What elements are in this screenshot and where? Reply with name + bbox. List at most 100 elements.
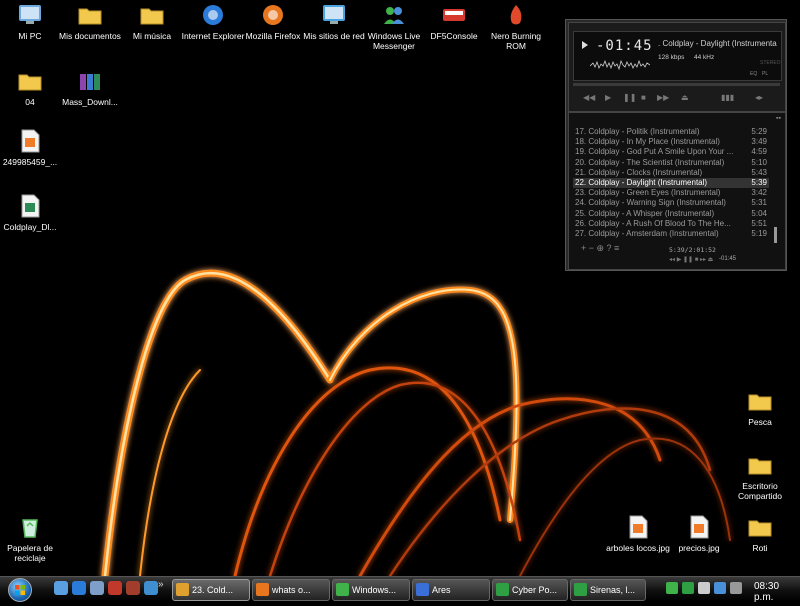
network-tray-icon[interactable] bbox=[698, 582, 710, 594]
taskbar-button-label: Windows... bbox=[352, 585, 397, 595]
start-button[interactable] bbox=[8, 578, 32, 602]
stereo-indicator: STEREO bbox=[760, 60, 781, 66]
recycle-bin-icon bbox=[0, 514, 66, 540]
balance-slider-icon[interactable]: ◂▸ bbox=[755, 93, 763, 102]
winamp-playlist[interactable]: ▪▪ 17. Coldplay - Politik (Instrumental)… bbox=[568, 112, 786, 270]
taskbar-button-label: 23. Cold... bbox=[192, 585, 234, 595]
taskbar-button[interactable]: Sirenas, l... bbox=[570, 579, 646, 601]
desktop-icon-label: Roti bbox=[752, 543, 768, 553]
desktop-icon[interactable]: Papelera de reciclaje bbox=[0, 514, 66, 563]
playlist-item[interactable]: 26. Coldplay - A Rush Of Blood To The He… bbox=[573, 219, 769, 229]
playlist-item[interactable]: 21. Coldplay - Clocks (Instrumental) 5:43 bbox=[573, 168, 769, 178]
playlist-item[interactable]: 19. Coldplay - God Put A Smile Upon Your… bbox=[573, 147, 769, 157]
taskbar-button[interactable]: Windows... bbox=[332, 579, 410, 601]
previous-icon[interactable]: ◀◀ bbox=[583, 93, 595, 102]
quick-launch-app3-icon[interactable] bbox=[144, 581, 158, 595]
firefox-icon bbox=[256, 583, 269, 596]
quick-launch-overflow[interactable]: » bbox=[158, 579, 164, 590]
playlist-mini-controls[interactable]: ◂◂ ▶ ❚❚ ■ ▸▸ ⏏ bbox=[669, 256, 713, 263]
sample-rate: 44 kHz bbox=[694, 54, 715, 61]
playlist-list: 17. Coldplay - Politik (Instrumental) 5:2… bbox=[573, 127, 771, 239]
playlist-item-title: 24. Coldplay - Warning Sign (Instrumenta… bbox=[575, 198, 726, 208]
playlist-item-title: 27. Coldplay - Amsterdam (Instrumental) bbox=[575, 229, 719, 238]
playlist-item[interactable]: 24. Coldplay - Warning Sign (Instrumenta… bbox=[573, 198, 769, 208]
playlist-item-duration: 5:29 bbox=[751, 127, 767, 136]
desktop-icon[interactable]: Escritorio Compartido bbox=[724, 452, 796, 501]
taskbar-button[interactable]: 23. Cold... bbox=[172, 579, 250, 601]
visualizer-icon bbox=[590, 59, 650, 71]
playlist-edit-buttons[interactable]: + − ⊕ ? ≡ bbox=[581, 243, 619, 254]
next-icon[interactable]: ▶▶ bbox=[657, 93, 669, 102]
playlist-toggle[interactable]: PL bbox=[762, 71, 768, 77]
pause-icon[interactable]: ❚❚ bbox=[623, 93, 636, 102]
playlist-item-title: 17. Coldplay - Politik (Instrumental) bbox=[575, 127, 700, 136]
desktop-icon[interactable]: Coldplay_Dl... bbox=[0, 193, 66, 232]
playlist-item[interactable]: 22. Coldplay - Daylight (Instrumental) 5:… bbox=[573, 178, 769, 188]
taskbar-button-label: whats o... bbox=[272, 585, 311, 595]
sirenas-icon bbox=[574, 583, 587, 596]
eq-toggle[interactable]: EQ bbox=[750, 71, 757, 77]
tray-app2-icon[interactable] bbox=[714, 582, 726, 594]
winamp-player[interactable]: -01:45 . Coldplay - Daylight (Instrument… bbox=[565, 19, 787, 271]
desktop-icon-label: Escritorio Compartido bbox=[738, 481, 782, 501]
stop-icon[interactable]: ■ bbox=[641, 93, 646, 102]
playlist-item-duration: 3:49 bbox=[751, 137, 767, 147]
playlist-item-title: 23. Coldplay - Green Eyes (Instrumental) bbox=[575, 188, 721, 198]
desktop-icon-label: 249985459_... bbox=[2, 157, 58, 167]
playlist-item[interactable]: 27. Coldplay - Amsterdam (Instrumental) 5… bbox=[573, 229, 769, 239]
tray-app-icon[interactable] bbox=[682, 582, 694, 594]
desktop-icon-label: Coldplay_Dl... bbox=[3, 222, 57, 232]
eject-icon[interactable]: ⏏ bbox=[681, 93, 689, 102]
quick-launch-app2-icon[interactable] bbox=[126, 581, 140, 595]
playlist-item-duration: 5:51 bbox=[751, 218, 767, 228]
winamp-main-window[interactable]: -01:45 . Coldplay - Daylight (Instrument… bbox=[568, 22, 786, 112]
messenger-tray-icon[interactable] bbox=[666, 582, 678, 594]
desktop: Mi PC Mis documentos Mi música Internet Exp… bbox=[0, 0, 800, 576]
desktop-icon[interactable]: Roti bbox=[724, 514, 796, 553]
taskbar-button-label: Ares bbox=[432, 585, 451, 595]
taskbar-button[interactable]: Ares bbox=[412, 579, 490, 601]
seek-bar[interactable] bbox=[573, 83, 780, 86]
quick-launch-app-icon[interactable] bbox=[108, 581, 122, 595]
playlist-item[interactable]: 18. Coldplay - In My Place (Instrumental… bbox=[573, 137, 769, 147]
desktop-icon[interactable]: 249985459_... bbox=[0, 128, 66, 167]
desktop-icon-label: Nero Burning ROM bbox=[490, 31, 542, 51]
ares-icon bbox=[416, 583, 429, 596]
playlist-item-title: 22. Coldplay - Daylight (Instrumental) bbox=[575, 178, 708, 187]
playlist-item-duration: 5:43 bbox=[751, 167, 767, 177]
playlist-item[interactable]: 25. Coldplay - A Whisper (Instrumental) 5… bbox=[573, 209, 769, 219]
taskbar: » 23. Cold... whats o... Windows... Ares Cyb… bbox=[0, 576, 800, 603]
folder-icon bbox=[724, 514, 796, 540]
playlist-scrollbar[interactable] bbox=[774, 227, 777, 243]
play-button-icon[interactable]: ▶ bbox=[605, 93, 611, 102]
playback-time[interactable]: -01:45 bbox=[596, 38, 653, 54]
playlist-item-title: 19. Coldplay - God Put A Smile Upon Your… bbox=[575, 147, 734, 157]
winamp-icon bbox=[176, 583, 189, 596]
desktop-icon-label: Pesca bbox=[748, 417, 772, 427]
folder-icon bbox=[724, 388, 796, 414]
playlist-remaining-time: -01:45 bbox=[719, 256, 737, 262]
playlist-close-icon[interactable]: ▪▪ bbox=[776, 115, 781, 122]
desktop-icon[interactable]: Mass_Downl... bbox=[54, 68, 126, 107]
messenger-quick-icon[interactable] bbox=[54, 581, 68, 595]
playlist-item[interactable]: 17. Coldplay - Politik (Instrumental) 5:2… bbox=[573, 127, 769, 137]
image-file-icon bbox=[0, 128, 66, 154]
winamp-display: -01:45 . Coldplay - Daylight (Instrument… bbox=[573, 31, 782, 81]
playlist-item-title: 26. Coldplay - A Rush Of Blood To The He… bbox=[575, 218, 731, 228]
ie-quick-icon[interactable] bbox=[72, 581, 86, 595]
taskbar-button[interactable]: whats o... bbox=[252, 579, 330, 601]
volume-slider-icon[interactable]: ▮▮▮ bbox=[721, 93, 734, 102]
playlist-item[interactable]: 20. Coldplay - The Scientist (Instrument… bbox=[573, 158, 769, 168]
nero-icon bbox=[480, 2, 552, 28]
show-desktop-icon[interactable] bbox=[90, 581, 104, 595]
desktop-icon[interactable]: Pesca bbox=[724, 388, 796, 427]
desktop-icon[interactable]: Nero Burning ROM bbox=[480, 2, 552, 51]
playlist-item[interactable]: 23. Coldplay - Green Eyes (Instrumental)… bbox=[573, 188, 769, 198]
volume-tray-icon[interactable] bbox=[730, 582, 742, 594]
playlist-item-duration: 5:19 bbox=[751, 229, 767, 238]
playlist-item-title: 20. Coldplay - The Scientist (Instrument… bbox=[575, 157, 725, 167]
cyber-icon bbox=[496, 583, 509, 596]
playlist-item-title: 25. Coldplay - A Whisper (Instrumental) bbox=[575, 208, 715, 218]
taskbar-button[interactable]: Cyber Po... bbox=[492, 579, 568, 601]
playlist-item-title: 18. Coldplay - In My Place (Instrumental… bbox=[575, 137, 720, 147]
